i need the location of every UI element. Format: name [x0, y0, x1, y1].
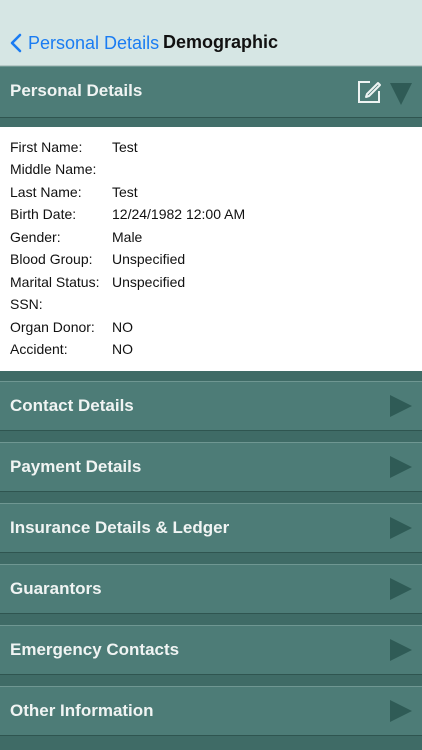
section-emergency-contacts[interactable]: Emergency Contacts [0, 625, 422, 675]
section-insurance-details[interactable]: Insurance Details & Ledger [0, 503, 422, 553]
detail-label: Blood Group: [10, 251, 93, 267]
section-header-personal-details[interactable]: Personal Details [0, 66, 422, 118]
section-title: Contact Details [10, 396, 134, 415]
detail-value: NO [112, 319, 133, 335]
detail-label: Gender: [10, 229, 61, 245]
detail-label: SSN: [10, 296, 43, 312]
edit-icon[interactable] [356, 79, 382, 105]
section-title: Personal Details [10, 81, 143, 100]
triangle-right-icon [390, 517, 412, 539]
detail-value: Test [112, 139, 138, 155]
triangle-right-icon [390, 700, 412, 722]
page-title: Demographic [163, 32, 279, 52]
section-title: Other Information [10, 701, 154, 720]
detail-label: Organ Donor: [10, 319, 95, 335]
detail-value: Unspecified [112, 251, 186, 267]
detail-label: Birth Date: [10, 206, 77, 222]
section-payment-details[interactable]: Payment Details [0, 442, 422, 492]
section-other-information[interactable]: Other Information [0, 686, 422, 736]
section-contact-details[interactable]: Contact Details [0, 381, 422, 431]
navigation-bar: Personal Details Demographic [0, 0, 422, 66]
detail-value: Test [112, 184, 138, 200]
section-title: Payment Details [10, 457, 142, 476]
triangle-down-icon[interactable] [390, 83, 412, 105]
detail-value: 12/24/1982 12:00 AM [112, 206, 246, 222]
section-title: Emergency Contacts [10, 640, 180, 659]
back-button-label: Personal Details [28, 32, 160, 53]
detail-value: NO [112, 341, 133, 357]
detail-label: Middle Name: [10, 161, 97, 177]
personal-details-panel: First Name: Test Middle Name: Last Name:… [0, 127, 422, 371]
triangle-right-icon [390, 578, 412, 600]
divider [0, 118, 422, 127]
section-title: Insurance Details & Ledger [10, 518, 230, 537]
detail-value: Unspecified [112, 274, 186, 290]
chevron-left-icon [10, 33, 22, 53]
section-guarantors[interactable]: Guarantors [0, 564, 422, 614]
detail-label: Marital Status: [10, 274, 100, 290]
detail-value: Male [112, 229, 143, 245]
section-title: Guarantors [10, 579, 102, 598]
triangle-right-icon [390, 395, 412, 417]
detail-label: Accident: [10, 341, 68, 357]
triangle-right-icon [390, 456, 412, 478]
back-button[interactable]: Personal Details [10, 30, 159, 56]
detail-label: First Name: [10, 139, 83, 155]
triangle-right-icon [390, 639, 412, 661]
detail-label: Last Name: [10, 184, 82, 200]
